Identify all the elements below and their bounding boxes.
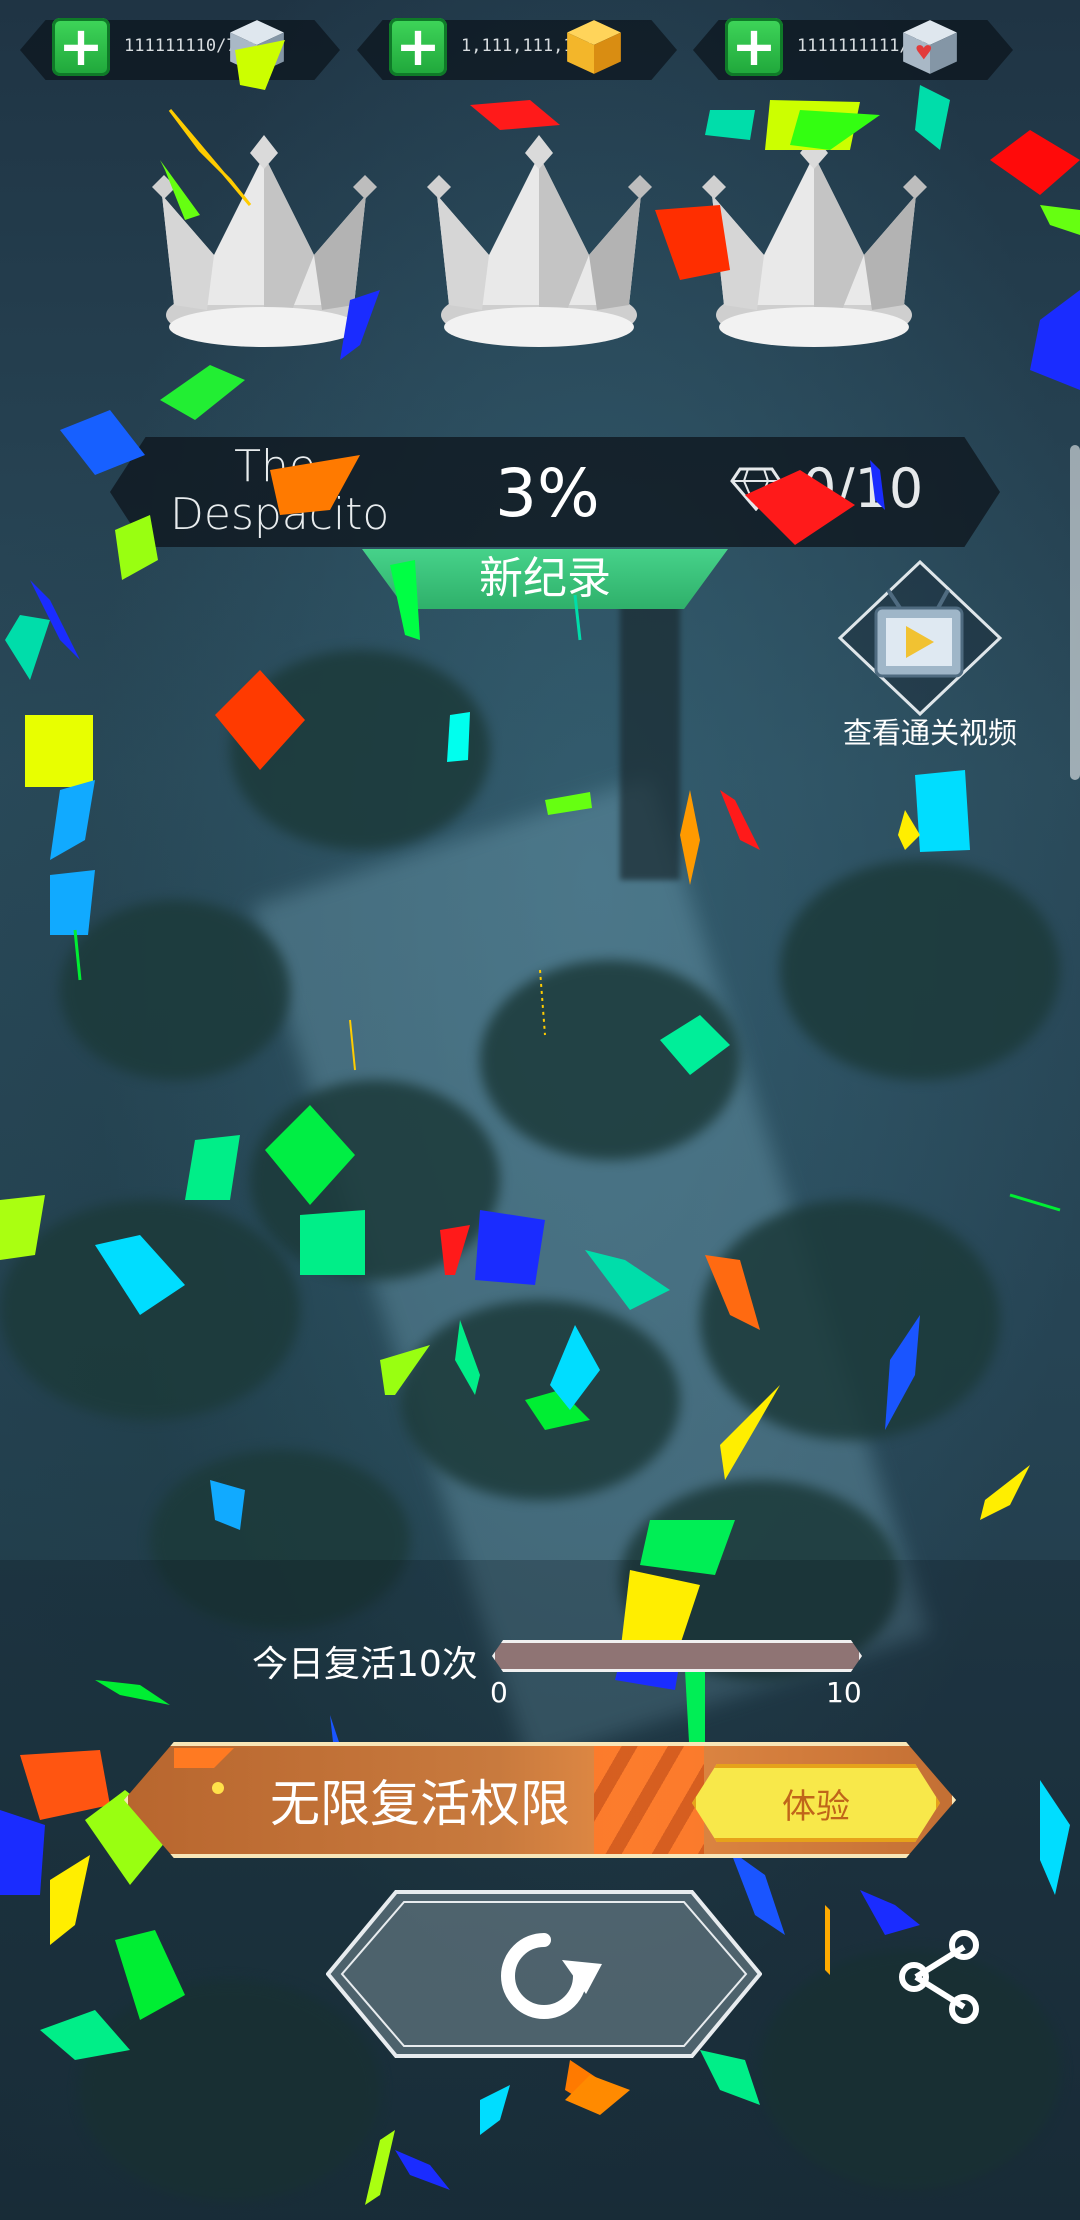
unlimited-revive-label: 无限复活权限 [270, 1775, 570, 1833]
revive-progress-bar [492, 1640, 862, 1672]
daily-revive-label: 今日复活10次 [252, 1644, 478, 1685]
replay-button[interactable] [325, 1890, 763, 2058]
revive-max-label: 10 [826, 1676, 862, 1709]
unlimited-revive-banner[interactable]: 无限复活权限 体验 [124, 1742, 956, 1858]
revive-min-label: 0 [490, 1676, 508, 1709]
try-button-label: 体验 [782, 1786, 850, 1827]
replay-icon [325, 1890, 763, 2058]
share-icon[interactable] [898, 1930, 982, 2024]
confetti-layer [0, 40, 1080, 2205]
try-button[interactable]: 体验 [692, 1764, 940, 1842]
